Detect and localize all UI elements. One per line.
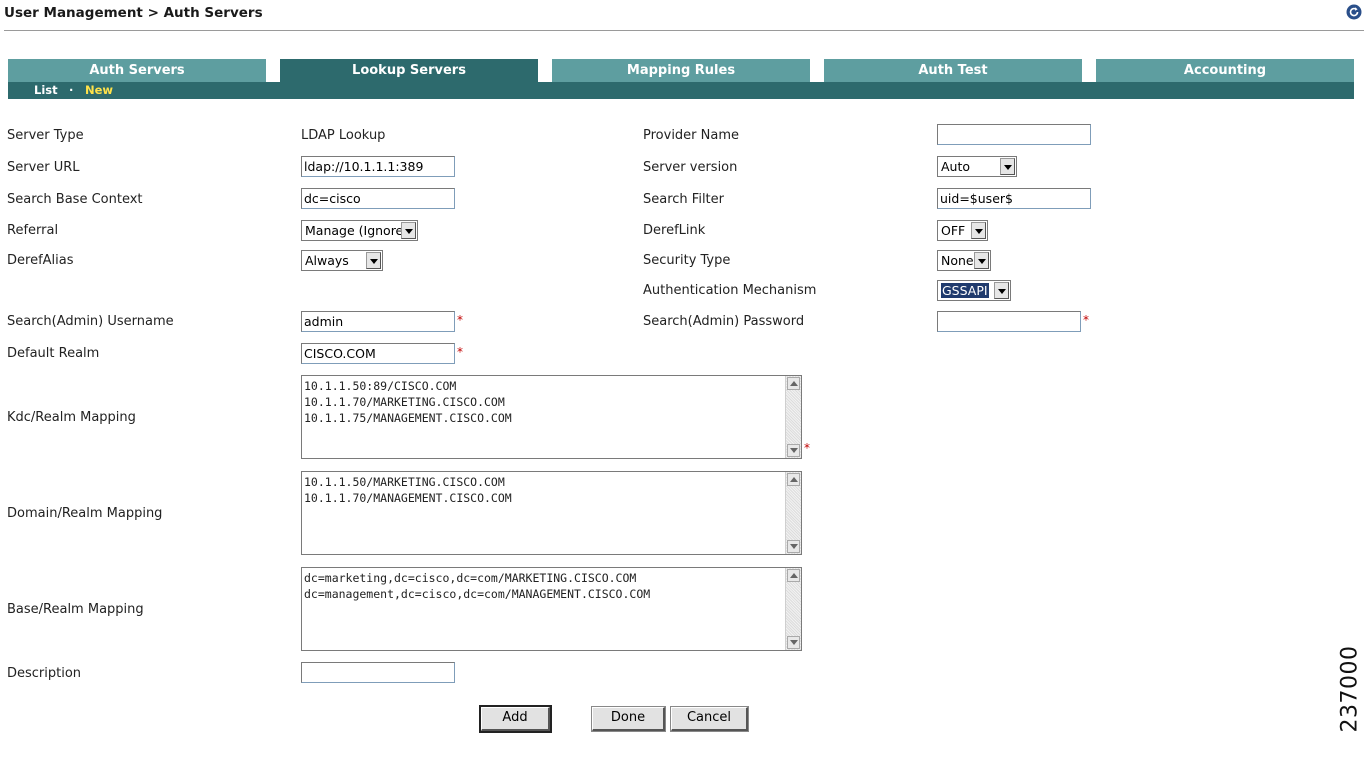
referral-label: Referral: [7, 223, 59, 238]
subnav-list-link[interactable]: List: [34, 83, 58, 98]
figure-id: 237000: [1337, 645, 1363, 733]
referral-select-value: Manage (Ignore): [305, 223, 409, 238]
derefalias-select-value: Always: [305, 253, 349, 268]
subnav-bar: [8, 82, 1354, 99]
dereflink-select-value: OFF: [941, 223, 966, 238]
dereflink-label: DerefLink: [643, 223, 706, 238]
admin-password-label: Search(Admin) Password: [643, 314, 805, 329]
required-marker: *: [804, 441, 810, 455]
scroll-down-icon[interactable]: [787, 540, 800, 553]
provider-name-input[interactable]: [937, 124, 1091, 145]
vertical-scrollbar[interactable]: [785, 376, 801, 458]
search-filter-label: Search Filter: [643, 192, 724, 207]
required-marker: *: [1083, 313, 1089, 327]
auth-mechanism-select-value: GSSAPI: [941, 283, 989, 298]
search-base-context-label: Search Base Context: [7, 192, 143, 207]
tab-accounting[interactable]: Accounting: [1096, 59, 1354, 82]
chevron-down-icon[interactable]: [974, 252, 989, 269]
chevron-down-icon[interactable]: [971, 222, 986, 239]
tab-auth-servers[interactable]: Auth Servers: [8, 59, 266, 82]
chevron-down-icon[interactable]: [1000, 158, 1015, 175]
done-button[interactable]: Done: [591, 706, 666, 732]
provider-name-label: Provider Name: [643, 128, 740, 143]
vertical-scrollbar[interactable]: [785, 472, 801, 554]
description-label: Description: [7, 666, 82, 681]
base-realm-mapping-textarea[interactable]: dc=marketing,dc=cisco,dc=com/MARKETING.C…: [301, 567, 802, 651]
server-type-label: Server Type: [7, 128, 84, 143]
kdc-realm-mapping-textarea[interactable]: 10.1.1.50:89/CISCO.COM 10.1.1.70/MARKETI…: [301, 375, 802, 459]
textarea-line: 10.1.1.50:89/CISCO.COM: [304, 379, 457, 393]
admin-username-input[interactable]: [301, 311, 455, 332]
tab-mapping-rules[interactable]: Mapping Rules: [552, 59, 810, 82]
chevron-down-icon[interactable]: [401, 222, 416, 239]
scroll-up-icon[interactable]: [787, 569, 800, 582]
auth-mechanism-label: Authentication Mechanism: [643, 283, 817, 298]
server-url-input[interactable]: [301, 156, 455, 177]
scroll-down-icon[interactable]: [787, 444, 800, 457]
derefalias-select[interactable]: Always: [301, 250, 383, 271]
textarea-line: 10.1.1.70/MARKETING.CISCO.COM: [304, 395, 505, 409]
admin-password-input[interactable]: [937, 311, 1081, 332]
kdc-realm-mapping-label: Kdc/Realm Mapping: [7, 410, 136, 425]
scroll-up-icon[interactable]: [787, 377, 800, 390]
breadcrumb: User Management > Auth Servers: [4, 5, 263, 21]
default-realm-label: Default Realm: [7, 346, 100, 361]
tab-auth-test[interactable]: Auth Test: [824, 59, 1082, 82]
textarea-line: dc=marketing,dc=cisco,dc=com/MARKETING.C…: [304, 571, 637, 585]
search-base-context-input[interactable]: [301, 188, 455, 209]
domain-realm-mapping-textarea[interactable]: 10.1.1.50/MARKETING.CISCO.COM 10.1.1.70/…: [301, 471, 802, 555]
textarea-line: dc=management,dc=cisco,dc=com/MANAGEMENT…: [304, 587, 651, 601]
textarea-line: 10.1.1.75/MANAGEMENT.CISCO.COM: [304, 411, 512, 425]
subnav-separator: ·: [69, 83, 74, 97]
textarea-line: 10.1.1.50/MARKETING.CISCO.COM: [304, 475, 505, 489]
tab-lookup-servers[interactable]: Lookup Servers: [280, 59, 538, 82]
chevron-down-icon[interactable]: [366, 252, 381, 269]
textarea-line: 10.1.1.70/MANAGEMENT.CISCO.COM: [304, 491, 512, 505]
dereflink-select[interactable]: OFF: [937, 220, 988, 241]
server-version-label: Server version: [643, 160, 738, 175]
default-realm-input[interactable]: [301, 343, 455, 364]
referral-select[interactable]: Manage (Ignore): [301, 220, 418, 241]
server-version-select-value: Auto: [941, 159, 971, 174]
cancel-button[interactable]: Cancel: [670, 706, 749, 732]
security-type-select[interactable]: None: [937, 250, 991, 271]
refresh-icon[interactable]: [1346, 4, 1362, 20]
header-divider: [4, 30, 1364, 31]
derefalias-label: DerefAlias: [7, 253, 74, 268]
domain-realm-mapping-label: Domain/Realm Mapping: [7, 506, 163, 521]
required-marker: *: [457, 345, 463, 359]
auth-mechanism-select[interactable]: GSSAPI: [937, 280, 1011, 301]
admin-username-label: Search(Admin) Username: [7, 314, 174, 329]
server-url-label: Server URL: [7, 160, 80, 175]
security-type-select-value: None: [941, 253, 974, 268]
subnav-new-link[interactable]: New: [85, 83, 113, 98]
add-button[interactable]: Add: [479, 705, 552, 733]
vertical-scrollbar[interactable]: [785, 568, 801, 650]
chevron-down-icon[interactable]: [994, 282, 1009, 299]
server-type-value: LDAP Lookup: [301, 128, 386, 143]
server-version-select[interactable]: Auto: [937, 156, 1017, 177]
base-realm-mapping-label: Base/Realm Mapping: [7, 602, 144, 617]
required-marker: *: [457, 313, 463, 327]
description-input[interactable]: [301, 662, 455, 683]
security-type-label: Security Type: [643, 253, 731, 268]
scroll-down-icon[interactable]: [787, 636, 800, 649]
search-filter-input[interactable]: [937, 188, 1091, 209]
scroll-up-icon[interactable]: [787, 473, 800, 486]
